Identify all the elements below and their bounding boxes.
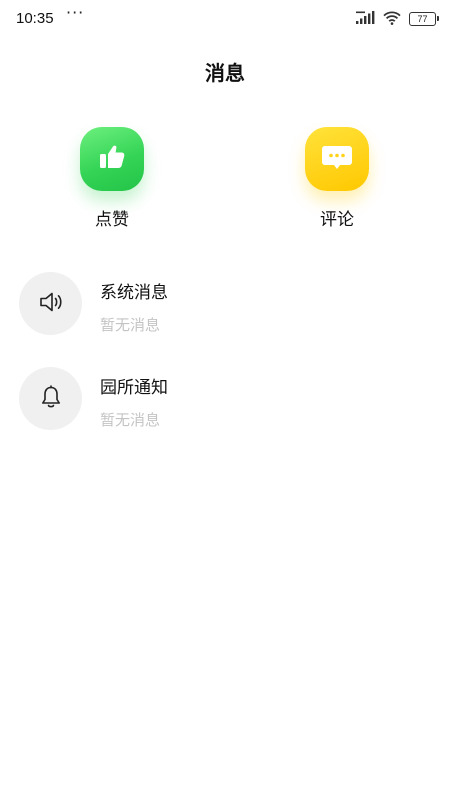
- list-item-title: 系统消息: [100, 283, 168, 303]
- comments-label: 评论: [320, 210, 354, 230]
- speaker-icon: [38, 289, 64, 319]
- list-item-school-notices[interactable]: 园所通知 暂无消息: [0, 367, 450, 437]
- list-item-title: 园所通知: [100, 378, 168, 398]
- comment-bubble-icon: [320, 141, 354, 177]
- likes-button[interactable]: 点赞: [52, 127, 172, 230]
- battery-icon: 77: [409, 12, 439, 26]
- status-more-dots: ···: [66, 3, 85, 22]
- status-indicators: 77: [355, 10, 439, 29]
- status-time: 10:35: [16, 10, 54, 27]
- list-item-subtitle: 暂无消息: [100, 411, 161, 429]
- thumbs-up-icon: [96, 141, 128, 177]
- messages-screen: 10:35 ··· 77 消息 点赞 评论 系统消息 暂无消息 园所通知 暂无消…: [0, 0, 450, 800]
- cellular-signal-icon: [355, 10, 375, 29]
- battery-level: 77: [417, 13, 428, 24]
- page-title: 消息: [205, 61, 245, 85]
- status-bar: 10:35 ··· 77: [0, 0, 450, 40]
- wifi-icon: [383, 10, 401, 29]
- likes-icon-tile: [80, 127, 144, 191]
- avatar: [19, 272, 82, 335]
- comments-button[interactable]: 评论: [277, 127, 397, 230]
- bell-icon: [38, 384, 64, 414]
- list-item-system-messages[interactable]: 系统消息 暂无消息: [0, 272, 450, 342]
- list-item-subtitle: 暂无消息: [100, 316, 161, 334]
- likes-label: 点赞: [95, 210, 129, 230]
- avatar: [19, 367, 82, 430]
- comments-icon-tile: [305, 127, 369, 191]
